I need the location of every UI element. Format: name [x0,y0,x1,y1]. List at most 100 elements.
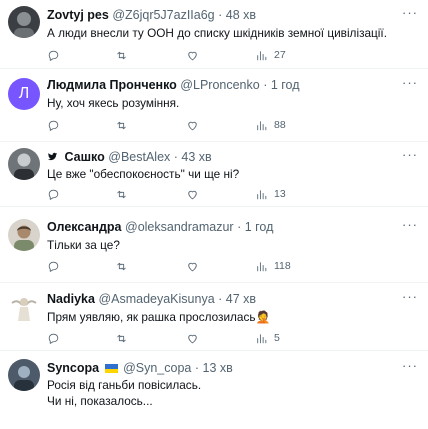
like-icon [188,262,197,271]
views-button[interactable]: 13 [255,187,286,201]
views-count: 118 [274,260,291,272]
tweet-text: Росія від ганьби повісилась. Чи ні, пока… [47,377,418,409]
tweet[interactable]: Л Людмила Пронченко @LProncenko · 1 год … [0,69,428,142]
twitter-bird-icon [47,152,58,161]
views-button[interactable]: 5 [255,331,280,345]
like-button[interactable] [186,331,199,345]
reply-button[interactable] [47,187,60,201]
views-button[interactable]: 118 [255,259,291,273]
timestamp[interactable]: 47 хв [226,292,256,306]
tweet[interactable]: Сашко @BestAlex · 43 хв ··· Це вже "обес… [0,142,428,207]
views-icon [257,50,267,60]
user-handle[interactable]: @BestAlex [108,150,170,164]
avatar[interactable] [8,359,40,391]
separator: · [218,292,223,306]
tweet-header: Nadiyka @AsmadeyaKisunya · 47 хв [47,292,402,307]
display-name[interactable]: Nadiyka [47,292,95,306]
tweet-header: Олександра @oleksandramazur · 1 год [47,220,402,235]
display-name[interactable]: Syncopa [47,361,99,375]
tweet-text: Ну, хоч якесь розуміння. [47,95,418,111]
tweet-text: Прям уявляю, як рашка прослозилась🤦 [47,309,418,325]
tweet-text: Тільки за це? [47,237,418,253]
tweet[interactable]: Syncopa @Syn_copa · 13 хв ··· Росія від … [0,351,428,429]
avatar[interactable] [8,148,40,180]
reply-icon [48,333,59,344]
retweet-icon [117,334,126,342]
avatar-icon [8,6,40,38]
tweet[interactable]: Олександра @oleksandramazur · 1 год ··· … [0,207,428,283]
like-button[interactable] [186,118,199,132]
separator: · [218,8,223,22]
user-handle[interactable]: @Syn_copa [123,361,191,375]
like-button[interactable] [186,259,199,273]
replies-feed: Zovtyj pes @Z6jqr5J7azIIa6g · 48 хв ··· … [0,0,428,429]
tweet-header: Людмила Пронченко @LProncenko · 1 год [47,78,402,93]
avatar[interactable] [8,6,40,38]
like-button[interactable] [186,187,199,201]
retweet-button[interactable] [115,118,128,132]
retweet-button[interactable] [115,48,128,62]
retweet-button[interactable] [115,187,128,201]
retweet-icon [117,121,126,129]
avatar-icon [8,359,40,391]
like-button[interactable] [186,48,199,62]
user-handle[interactable]: @AsmadeyaKisunya [98,292,214,306]
more-icon[interactable]: ··· [402,5,418,20]
reply-icon [48,261,59,272]
retweet-icon [117,262,126,270]
timestamp[interactable]: 1 год [271,78,300,92]
tweet[interactable]: Nadiyka @AsmadeyaKisunya · 47 хв ··· Пря… [0,283,428,351]
tweet-text-line: А люди внесли ту ООН до списку шкідників… [47,26,387,40]
timestamp[interactable]: 43 хв [181,150,211,164]
views-button[interactable]: 88 [255,118,286,132]
tweet-text-line: Прям уявляю, як рашка прослозилась🤦 [47,310,271,324]
avatar[interactable]: Л [8,78,40,110]
retweet-icon [117,51,126,59]
like-icon [188,121,197,130]
display-name[interactable]: Zovtyj pes [47,8,109,22]
timestamp[interactable]: 13 хв [203,361,233,375]
reply-button[interactable] [47,118,60,132]
user-handle[interactable]: @LProncenko [180,78,259,92]
more-icon[interactable]: ··· [402,217,418,232]
tweet[interactable]: Zovtyj pes @Z6jqr5J7azIIa6g · 48 хв ··· … [0,0,428,69]
separator: · [194,361,200,375]
views-button[interactable]: 27 [255,48,286,62]
tweet-header: Zovtyj pes @Z6jqr5J7azIIa6g · 48 хв [47,8,402,23]
retweet-button[interactable] [115,331,128,345]
tweet-text: Це вже "обеспокоєность" чи ще ні? [47,166,418,182]
tweet-text-line: Ну, хоч якесь розуміння. [47,96,180,110]
tweet-actions: 5 [47,331,307,345]
like-icon [188,51,197,60]
tweet-actions: 27 [47,48,307,62]
reply-button[interactable] [47,331,60,345]
avatar[interactable] [8,219,40,251]
display-name[interactable]: Людмила Пронченко [47,78,177,92]
timestamp[interactable]: 1 год [245,220,274,234]
tweet-actions: 118 [47,259,307,273]
retweet-button[interactable] [115,259,128,273]
more-icon[interactable]: ··· [402,147,418,162]
reply-button[interactable] [47,259,60,273]
more-icon[interactable]: ··· [402,358,418,373]
avatar-icon [8,219,40,251]
avatar-letter: Л [18,85,30,102]
more-icon[interactable]: ··· [402,289,418,304]
like-icon [188,190,197,199]
display-name[interactable]: Олександра [47,220,122,234]
retweet-icon [117,190,126,198]
views-icon [257,120,267,130]
views-count: 5 [274,332,280,344]
tweet-header: Сашко @BestAlex · 43 хв [47,150,402,165]
tweet-text-line: Чи ні, показалось... [47,394,153,408]
timestamp[interactable]: 48 хв [226,8,256,22]
avatar[interactable] [8,291,40,323]
separator: · [173,150,178,164]
display-name[interactable]: Сашко [64,150,104,164]
more-icon[interactable]: ··· [402,75,418,90]
separator: · [263,78,268,92]
user-handle[interactable]: @Z6jqr5J7azIIa6g [112,8,214,22]
reply-button[interactable] [47,48,60,62]
reply-icon [48,189,59,200]
user-handle[interactable]: @oleksandramazur [125,220,234,234]
